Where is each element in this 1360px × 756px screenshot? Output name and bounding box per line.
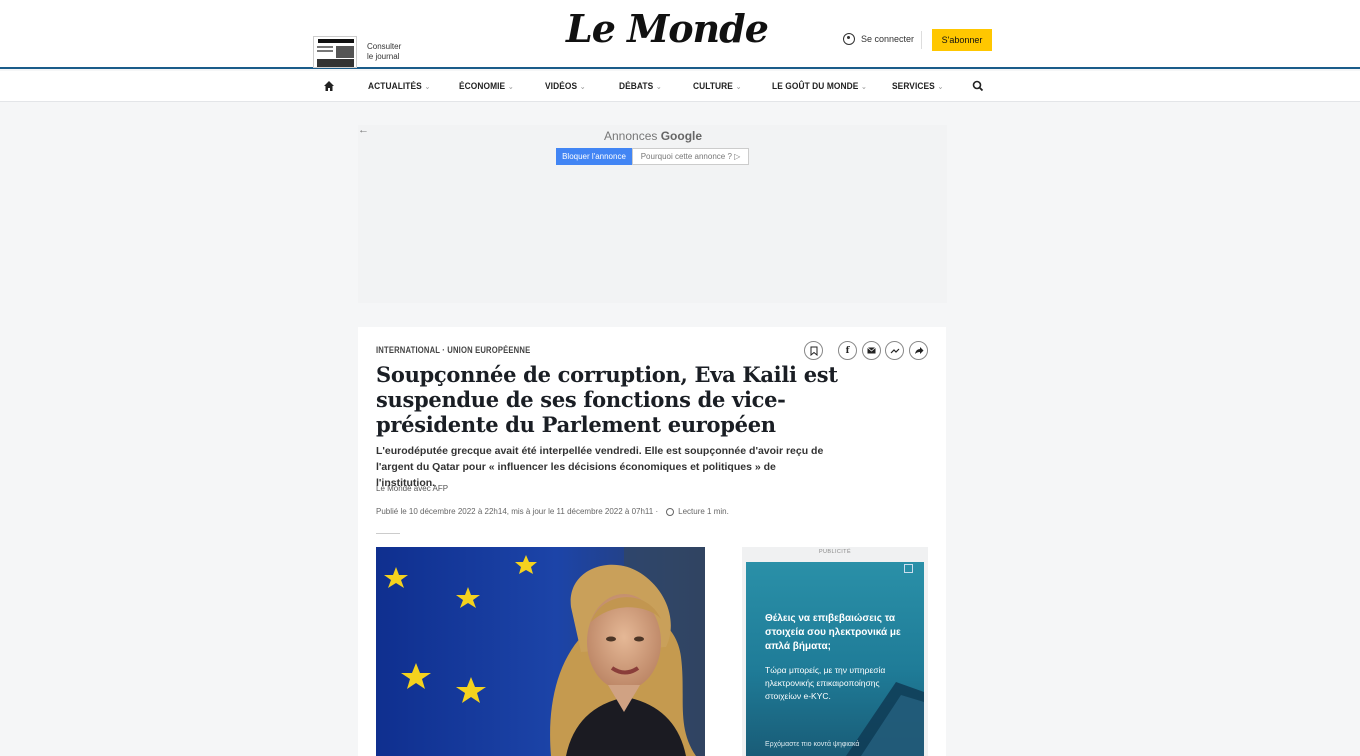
chevron-down-icon: ⌄ [861,82,868,91]
facebook-icon[interactable]: f [838,341,857,360]
article-headline: Soupçonnée de corruption, Eva Kaili est … [376,362,838,437]
home-icon[interactable] [323,80,335,92]
divider [921,31,922,49]
article-byline: Le Monde avec AFP [376,484,449,493]
eu-flag-portrait-image [376,547,705,756]
journal-link[interactable]: Consulter le journal [313,36,401,68]
nav-item-gout-du-monde[interactable]: LE GOÛT DU MONDE ⌄ [772,81,867,92]
article-kicker[interactable]: INTERNATIONAL · UNION EUROPÉENNE [376,345,530,355]
nav-item-actualites[interactable]: ACTUALITÉS ⌄ [368,81,430,92]
advertisement-label: PUBLICITÉ [818,549,852,555]
ad-creative[interactable] [746,562,924,756]
login-link[interactable]: Se connecter [843,33,914,45]
user-icon [843,33,855,45]
block-ad-button[interactable]: Bloquer l'annonce [556,148,632,165]
share-icon[interactable] [909,341,928,360]
chevron-down-icon: ⌄ [655,82,662,91]
nav-item-economie[interactable]: ÉCONOMIE ⌄ [459,81,514,92]
journal-label[interactable]: Consulter le journal [367,42,401,62]
ad-title: Annonces Google [604,129,703,143]
publish-date: Publié le 10 décembre 2022 à 22h14, mis … [376,507,659,516]
login-label: Se connecter [861,34,915,44]
main-nav: ACTUALITÉS ⌄ ÉCONOMIE ⌄ VIDÉOS ⌄ DÉBATS ⌄ CU… [0,71,1360,102]
chevron-down-icon: ⌄ [937,82,944,91]
search-icon[interactable] [972,80,984,92]
top-header: Consulter le journal Le Monde Se connect… [0,0,1360,69]
nav-item-culture[interactable]: CULTURE ⌄ [693,81,742,92]
journal-thumbnail[interactable] [313,36,357,68]
ad-headline: Θέλεις να επιβεβαιώσεις τα στοιχεία σου … [765,613,901,652]
chevron-down-icon: ⌄ [424,82,431,91]
separator [376,533,400,534]
chevron-down-icon: ⌄ [507,82,514,91]
article-photo[interactable] [376,547,705,756]
tablet-graphic [846,682,924,756]
why-this-ad-button[interactable]: Pourquoi cette annonce ? ▷ [632,148,749,165]
ad-choices-icon[interactable] [904,564,913,573]
article-meta: Publié le 10 décembre 2022 à 22h14, mis … [376,507,729,516]
ad-body: Τώρα μπορείς, με την υπηρεσία ηλεκτρονικ… [765,665,886,701]
reading-time: Lecture 1 min. [678,507,729,516]
chevron-down-icon: ⌄ [579,82,586,91]
subscribe-button[interactable]: S'abonner [932,29,992,51]
le-monde-logo[interactable]: Le Monde [566,6,769,51]
messenger-icon[interactable] [885,341,904,360]
ad-footer: Ερχόμαστε πιο κοντά ψηφιακά [765,741,860,748]
nav-item-debats[interactable]: DÉBATS ⌄ [619,81,662,92]
email-icon[interactable] [862,341,881,360]
nav-item-videos[interactable]: VIDÉOS ⌄ [545,81,586,92]
nav-item-services[interactable]: SERVICES ⌄ [892,81,943,92]
back-arrow-icon[interactable]: ← [358,124,369,136]
chevron-down-icon: ⌄ [735,82,742,91]
bookmark-icon[interactable] [804,341,823,360]
clock-icon [666,507,675,516]
